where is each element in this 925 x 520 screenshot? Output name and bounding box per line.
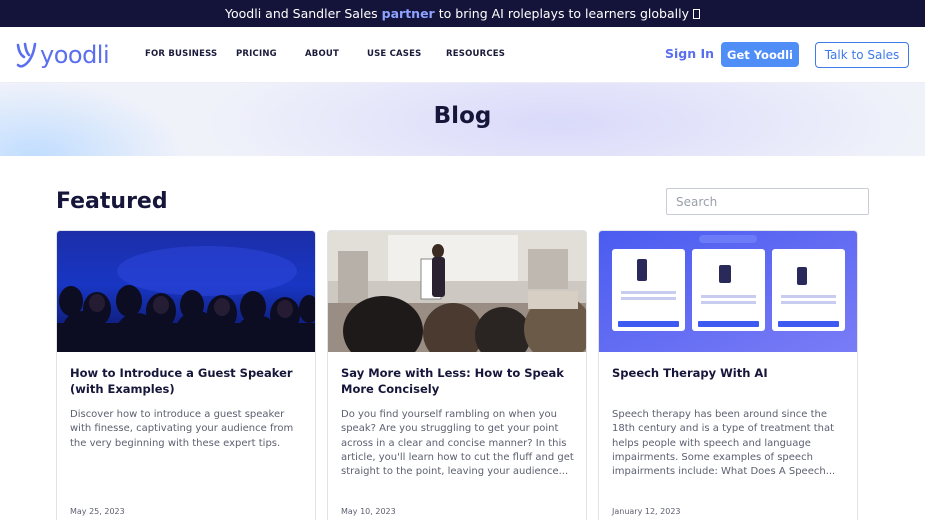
yoodli-logo[interactable]: yoodli [15, 39, 110, 71]
search-input[interactable] [666, 188, 869, 215]
banner-suffix: to bring AI roleplays to learners global… [438, 6, 689, 21]
nav-use-cases[interactable]: USE CASES [367, 49, 421, 59]
page-title: Blog [433, 103, 492, 129]
post-title[interactable]: Say More with Less: How to Speak More Co… [341, 365, 575, 397]
yoodli-y-logo-icon [16, 42, 37, 68]
banner-partner-link[interactable]: partner [382, 6, 435, 21]
nav-resources[interactable]: RESOURCES [446, 49, 505, 59]
post-excerpt: Discover how to introduce a guest speake… [70, 409, 294, 449]
nav-about[interactable]: ABOUT [305, 49, 339, 59]
sign-in-link[interactable]: Sign In [665, 46, 714, 61]
post-excerpt: Speech therapy has been around since the… [612, 409, 836, 478]
blog-hero: Blog [0, 83, 925, 156]
get-yoodli-button[interactable]: Get Yoodli [721, 42, 799, 67]
talk-to-sales-button[interactable]: Talk to Sales [815, 42, 909, 68]
emoji-glyph-icon [692, 8, 700, 19]
post-title[interactable]: How to Introduce a Guest Speaker (with E… [70, 365, 304, 397]
nav-for-business[interactable]: FOR BUSINESS [145, 49, 217, 59]
post-date: May 25, 2023 [70, 507, 125, 516]
post-card[interactable]: Speech Therapy With AI Speech therapy ha… [598, 230, 858, 520]
banner-prefix: Yoodli and Sandler Sales [225, 6, 378, 21]
post-title[interactable]: Speech Therapy With AI [612, 365, 846, 381]
top-navigation: yoodli FOR BUSINESS PRICING ABOUT USE CA… [0, 27, 925, 83]
post-date: January 12, 2023 [612, 507, 681, 516]
speaker-presenting-to-room-photo[interactable] [328, 231, 586, 352]
app-feature-cards-illustration[interactable] [599, 231, 857, 352]
post-date: May 10, 2023 [341, 507, 396, 516]
featured-heading: Featured [56, 189, 168, 214]
post-card[interactable]: How to Introduce a Guest Speaker (with E… [56, 230, 316, 520]
post-excerpt: Do you find yourself rambling on when yo… [341, 409, 574, 478]
brand-name: yoodli [40, 41, 110, 69]
audience-in-auditorium-photo[interactable] [57, 231, 315, 352]
nav-pricing[interactable]: PRICING [236, 49, 277, 59]
announcement-banner[interactable]: Yoodli and Sandler Sales partner to brin… [0, 0, 925, 27]
post-card[interactable]: Say More with Less: How to Speak More Co… [327, 230, 587, 520]
